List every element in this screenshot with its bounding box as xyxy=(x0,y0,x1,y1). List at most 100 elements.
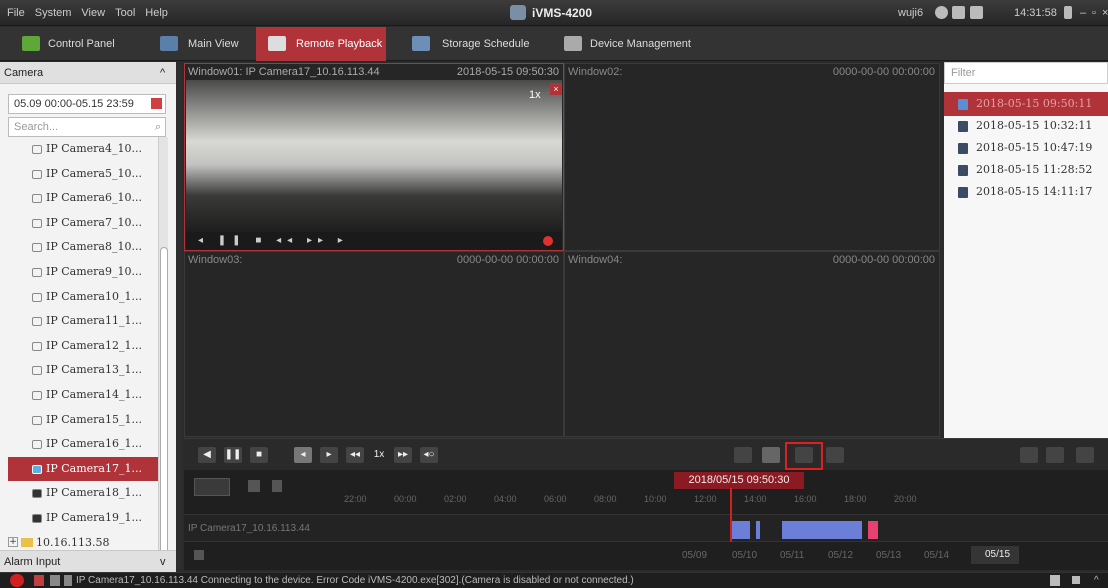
clip-icon[interactable] xyxy=(734,447,752,463)
menu-help[interactable]: Help xyxy=(140,0,173,26)
filter-icon[interactable] xyxy=(194,550,204,560)
camera-item[interactable]: IP Camera12_1... xyxy=(8,334,158,359)
tab-main-view[interactable]: Main View xyxy=(160,27,256,61)
playback-window-2[interactable]: Window02: 0000-00-00 00:00:00 xyxy=(564,63,940,251)
event-icon[interactable] xyxy=(50,575,60,586)
day-label[interactable]: 05/11 xyxy=(780,550,804,561)
window-icon[interactable] xyxy=(1072,576,1080,584)
alarm-icon[interactable] xyxy=(34,575,44,586)
event-segment[interactable] xyxy=(868,521,878,539)
alarm-input-header[interactable]: Alarm Input v xyxy=(0,550,176,572)
record-item[interactable]: 2018-05-15 11:28:52 xyxy=(944,158,1108,182)
camera-item[interactable]: IP Camera4_10... xyxy=(8,137,158,162)
frame-back-icon[interactable]: ◂ xyxy=(294,447,312,463)
camera-item[interactable]: IP Camera10_1... xyxy=(8,285,158,310)
day-label[interactable]: 05/14 xyxy=(924,550,949,561)
filter-input[interactable]: Filter xyxy=(944,62,1108,84)
playback-window-4[interactable]: Window04: 0000-00-00 00:00:00 xyxy=(564,251,940,437)
stop-icon[interactable]: ■ xyxy=(250,447,268,463)
timeline-toggle-icon[interactable] xyxy=(194,478,230,496)
frame-forward-icon[interactable]: ▸ xyxy=(320,447,338,463)
menu-tool[interactable]: Tool xyxy=(110,0,140,26)
record-item[interactable]: 2018-05-15 10:47:19 xyxy=(944,136,1108,160)
recording-segment[interactable] xyxy=(732,521,750,539)
search-input[interactable]: Search... ⌕ xyxy=(8,117,166,137)
camera-item[interactable]: IP Camera15_1... xyxy=(8,408,158,433)
playhead[interactable] xyxy=(730,488,732,542)
calendar-icon[interactable] xyxy=(151,98,162,109)
day-label[interactable]: 05/09 xyxy=(682,550,707,561)
volume-icon[interactable]: ◂○ xyxy=(420,447,438,463)
maximize-button[interactable]: ▫ xyxy=(1092,0,1096,26)
window-controls-icon[interactable]: ◂ ❚❚ ■ ◂◂ ▸▸ ▸ xyxy=(198,235,349,246)
window-division-icon[interactable] xyxy=(1046,447,1064,463)
record-item[interactable]: 2018-05-15 10:32:11 xyxy=(944,114,1108,138)
lock-icon[interactable] xyxy=(1064,6,1072,19)
search-icon[interactable]: ⌕ xyxy=(155,118,161,136)
camera-item[interactable]: IP Camera18_1... xyxy=(8,481,158,506)
tab-storage-schedule[interactable]: Storage Schedule xyxy=(402,27,542,61)
help-icon[interactable] xyxy=(935,6,948,19)
menu-system[interactable]: System xyxy=(30,0,77,26)
panel-divider[interactable] xyxy=(176,62,183,572)
cpu-icon[interactable] xyxy=(952,6,965,19)
camera-item[interactable]: IP Camera19_1... xyxy=(8,506,158,531)
current-datetime-text: 2018/05/15 09:50:30 xyxy=(688,474,790,486)
record-icon[interactable] xyxy=(543,236,553,246)
close-window-icon[interactable]: × xyxy=(550,83,562,95)
menu-view[interactable]: View xyxy=(76,0,110,26)
day-label[interactable]: 05/10 xyxy=(732,550,757,561)
warning-icon[interactable] xyxy=(10,574,24,587)
pos-icon[interactable] xyxy=(795,447,813,463)
fullscreen-icon[interactable] xyxy=(1076,447,1094,463)
camera-item[interactable]: IP Camera7_10... xyxy=(8,211,158,236)
camera-item[interactable]: IP Camera11_1... xyxy=(8,309,158,334)
close-button[interactable]: × xyxy=(1102,0,1108,26)
playback-window-1[interactable]: Window01: IP Camera17_10.16.113.44 2018-… xyxy=(184,63,564,251)
camera-label: IP Camera10_1... xyxy=(46,289,142,303)
current-day-button[interactable]: 05/15 xyxy=(971,546,1019,564)
download-icon[interactable] xyxy=(1020,447,1038,463)
record-item-selected[interactable]: 2018-05-15 09:50:11 xyxy=(944,92,1108,116)
tab-device-management[interactable]: Device Management xyxy=(554,27,704,61)
recording-segment[interactable] xyxy=(756,521,760,539)
speed-up-icon[interactable]: ▸▸ xyxy=(394,447,412,463)
reverse-play-icon[interactable]: ◀ xyxy=(198,447,216,463)
menu-file[interactable]: File xyxy=(2,0,30,26)
day-label[interactable]: 05/12 xyxy=(828,550,853,561)
day-label[interactable]: 05/13 xyxy=(876,550,901,561)
record-item[interactable]: 2018-05-15 14:11:17 xyxy=(944,180,1108,204)
pause-icon[interactable]: ❚❚ xyxy=(224,447,242,463)
audio-icon[interactable] xyxy=(64,575,72,586)
download-clip-icon[interactable] xyxy=(248,480,260,492)
tab-control-panel[interactable]: Control Panel xyxy=(12,27,162,61)
expand-chevron-icon[interactable]: v xyxy=(160,551,166,573)
record-time: 2018-05-15 11:28:52 xyxy=(976,163,1093,176)
scrollbar-thumb[interactable] xyxy=(160,247,168,567)
camera-item[interactable]: IP Camera13_1... xyxy=(8,358,158,383)
camera-item-selected[interactable]: IP Camera17_1... xyxy=(8,456,158,482)
atm-icon[interactable] xyxy=(762,447,780,463)
camera-item[interactable]: IP Camera8_10... xyxy=(8,235,158,260)
pin-icon[interactable] xyxy=(1050,575,1060,586)
camera-item[interactable]: IP Camera6_10... xyxy=(8,186,158,211)
recording-segment[interactable] xyxy=(782,521,862,539)
window-title: Window03: xyxy=(188,254,243,266)
recording-track[interactable]: IP Camera17_10.16.113.44 xyxy=(184,514,1108,542)
camera-item[interactable]: IP Camera16_1... xyxy=(8,432,158,457)
camera-item[interactable]: IP Camera5_10... xyxy=(8,162,158,187)
expand-icon[interactable]: + xyxy=(8,536,18,547)
ram-icon[interactable] xyxy=(970,6,983,19)
bookmark-icon[interactable] xyxy=(272,480,282,492)
camera-item[interactable]: IP Camera14_1... xyxy=(8,383,158,408)
minimize-button[interactable]: – xyxy=(1080,0,1086,26)
camera-list-scrollbar[interactable] xyxy=(158,137,168,567)
slow-down-icon[interactable]: ◂◂ xyxy=(346,447,364,463)
vca-icon[interactable] xyxy=(826,447,844,463)
date-range-field[interactable]: 05.09 00:00-05.15 23:59 xyxy=(8,94,166,114)
camera-item[interactable]: IP Camera9_10... xyxy=(8,260,158,285)
tab-remote-playback[interactable]: Remote Playback xyxy=(256,27,386,61)
playback-window-3[interactable]: Window03: 0000-00-00 00:00:00 xyxy=(184,251,564,437)
collapse-chevron-icon[interactable]: ^ xyxy=(160,62,165,84)
expand-up-icon[interactable]: ^ xyxy=(1094,573,1099,588)
